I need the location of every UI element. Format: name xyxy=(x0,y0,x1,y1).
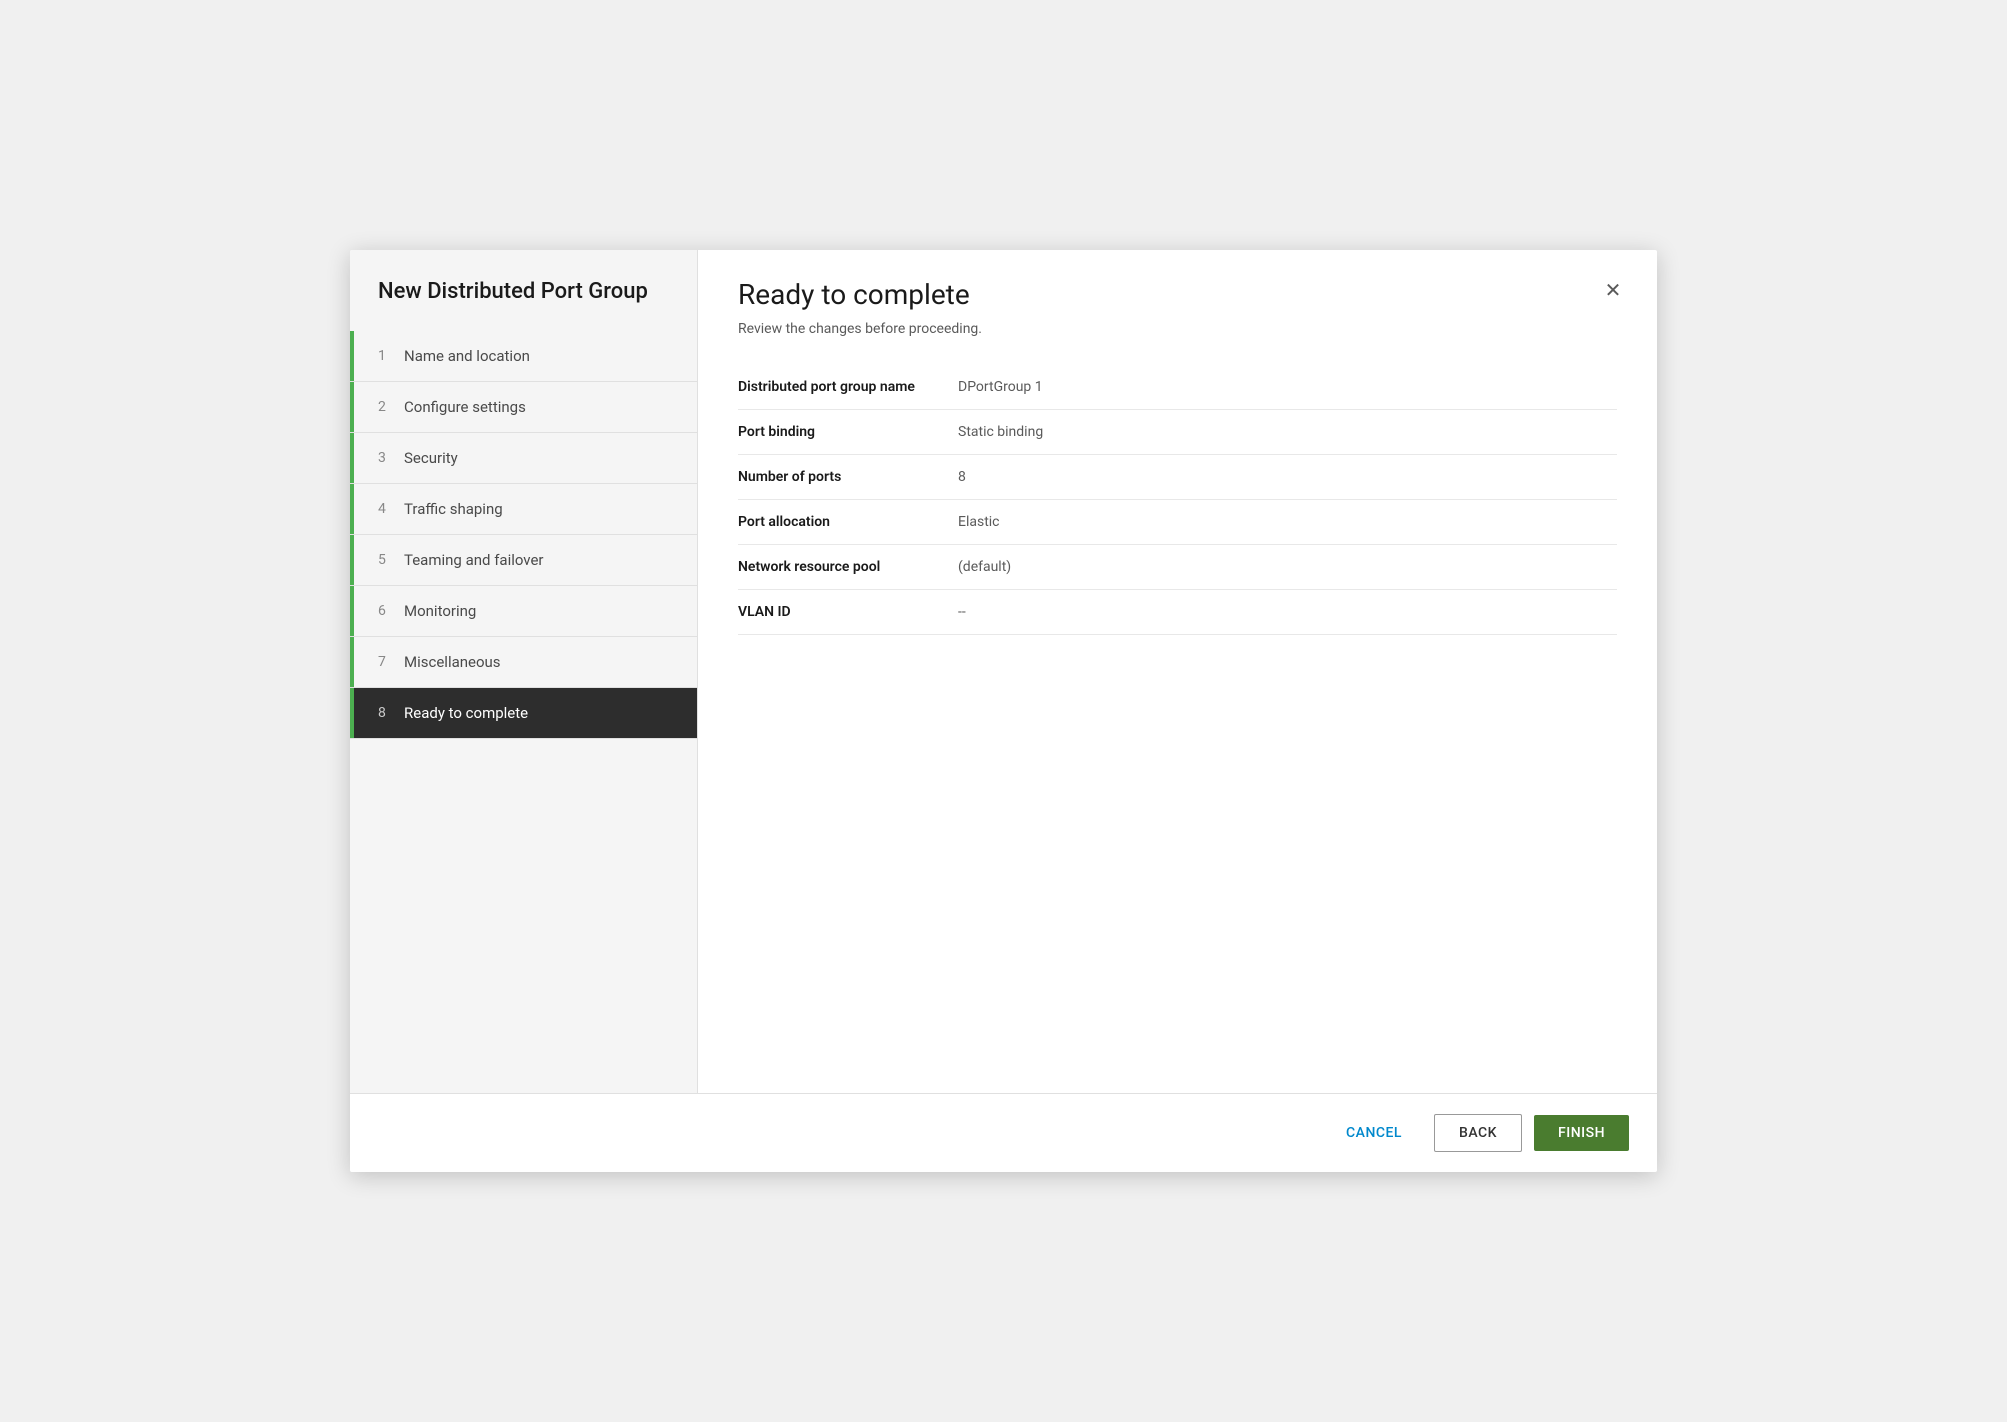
step-label-5: Teaming and failover xyxy=(404,551,544,569)
step-number-6: 6 xyxy=(378,603,394,619)
review-label-2: Number of ports xyxy=(738,455,958,500)
dialog-footer: CANCEL BACK FINISH xyxy=(350,1093,1657,1172)
step-label-3: Security xyxy=(404,449,458,467)
review-value-5: -- xyxy=(958,590,1617,635)
sidebar-title: New Distributed Port Group xyxy=(350,250,697,331)
step-number-7: 7 xyxy=(378,654,394,670)
new-distributed-port-group-dialog: New Distributed Port Group 1 Name and lo… xyxy=(350,250,1657,1172)
review-row: Number of ports 8 xyxy=(738,455,1617,500)
content-subtitle: Review the changes before proceeding. xyxy=(738,321,1617,337)
review-value-4: (default) xyxy=(958,545,1617,590)
review-row: Network resource pool (default) xyxy=(738,545,1617,590)
sidebar-step-3[interactable]: 3 Security xyxy=(350,433,697,484)
sidebar-step-1[interactable]: 1 Name and location xyxy=(350,331,697,382)
step-number-8: 8 xyxy=(378,705,394,721)
step-label-6: Monitoring xyxy=(404,602,476,620)
review-label-1: Port binding xyxy=(738,410,958,455)
back-button[interactable]: BACK xyxy=(1434,1114,1522,1152)
step-label-4: Traffic shaping xyxy=(404,500,503,518)
review-label-4: Network resource pool xyxy=(738,545,958,590)
review-value-0: DPortGroup 1 xyxy=(958,365,1617,410)
sidebar-step-4[interactable]: 4 Traffic shaping xyxy=(350,484,697,535)
review-row: Port allocation Elastic xyxy=(738,500,1617,545)
review-label-0: Distributed port group name xyxy=(738,365,958,410)
review-label-3: Port allocation xyxy=(738,500,958,545)
review-label-5: VLAN ID xyxy=(738,590,958,635)
sidebar-step-7[interactable]: 7 Miscellaneous xyxy=(350,637,697,688)
review-row: Distributed port group name DPortGroup 1 xyxy=(738,365,1617,410)
step-number-3: 3 xyxy=(378,450,394,466)
step-label-1: Name and location xyxy=(404,347,530,365)
review-value-1: Static binding xyxy=(958,410,1617,455)
close-button[interactable]: ✕ xyxy=(1597,274,1629,306)
review-table: Distributed port group name DPortGroup 1… xyxy=(738,365,1617,635)
content-heading: Ready to complete xyxy=(738,278,1617,311)
close-icon: ✕ xyxy=(1605,278,1622,302)
review-value-2: 8 xyxy=(958,455,1617,500)
step-number-5: 5 xyxy=(378,552,394,568)
step-label-2: Configure settings xyxy=(404,398,526,416)
sidebar-nav: 1 Name and location 2 Configure settings… xyxy=(350,331,697,1093)
dialog-body: New Distributed Port Group 1 Name and lo… xyxy=(350,250,1657,1093)
step-number-2: 2 xyxy=(378,399,394,415)
review-row: VLAN ID -- xyxy=(738,590,1617,635)
finish-button[interactable]: FINISH xyxy=(1534,1115,1629,1151)
step-label-7: Miscellaneous xyxy=(404,653,501,671)
sidebar-step-5[interactable]: 5 Teaming and failover xyxy=(350,535,697,586)
sidebar: New Distributed Port Group 1 Name and lo… xyxy=(350,250,698,1093)
step-number-1: 1 xyxy=(378,348,394,364)
sidebar-step-2[interactable]: 2 Configure settings xyxy=(350,382,697,433)
sidebar-step-8[interactable]: 8 Ready to complete xyxy=(350,688,697,739)
content-body: Distributed port group name DPortGroup 1… xyxy=(698,365,1657,1093)
step-label-8: Ready to complete xyxy=(404,704,528,722)
main-content: Ready to complete Review the changes bef… xyxy=(698,250,1657,1093)
step-number-4: 4 xyxy=(378,501,394,517)
cancel-button[interactable]: CANCEL xyxy=(1326,1115,1422,1151)
review-row: Port binding Static binding xyxy=(738,410,1617,455)
sidebar-step-6[interactable]: 6 Monitoring xyxy=(350,586,697,637)
content-header: Ready to complete Review the changes bef… xyxy=(698,250,1657,365)
review-value-3: Elastic xyxy=(958,500,1617,545)
